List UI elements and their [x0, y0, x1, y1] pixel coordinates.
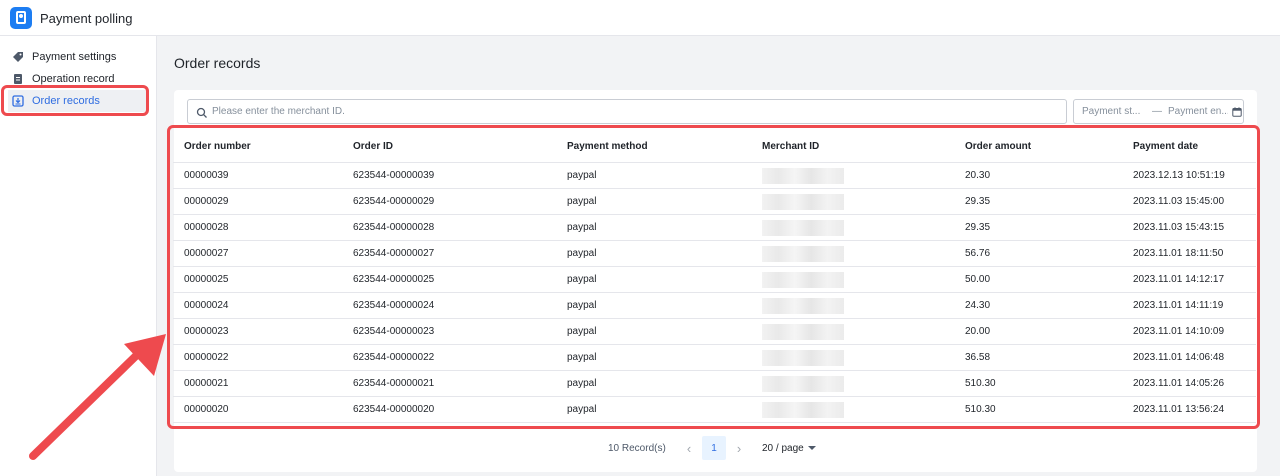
- app-logo-icon: [10, 7, 32, 29]
- calendar-icon[interactable]: [1232, 106, 1242, 117]
- search-input[interactable]: [212, 106, 1052, 117]
- page-size-label: 20 / page: [762, 442, 804, 454]
- caret-down-icon: [807, 446, 816, 450]
- page-size-select[interactable]: 20 / page: [762, 443, 816, 454]
- prev-page-icon[interactable]: ‹: [680, 441, 698, 456]
- sidebar-item-label: Operation record: [32, 73, 115, 85]
- page-number-button[interactable]: 1: [702, 436, 726, 460]
- highlight-box-table: [167, 125, 1260, 429]
- record-count: 10 Record(s): [608, 442, 666, 454]
- search-icon: [196, 106, 208, 118]
- highlight-box-sidebar: [1, 85, 149, 116]
- end-date-placeholder[interactable]: Payment en...: [1168, 106, 1228, 117]
- sidebar-item-label: Payment settings: [32, 51, 117, 63]
- start-date-placeholder[interactable]: Payment st...: [1082, 106, 1142, 117]
- pagination: 10 Record(s) ‹ 1 › 20 / page: [608, 436, 816, 460]
- document-icon: [12, 73, 24, 85]
- tag-icon: [12, 51, 24, 63]
- search-field[interactable]: [187, 99, 1067, 124]
- next-page-icon[interactable]: ›: [730, 441, 748, 456]
- date-range-picker[interactable]: Payment st... — Payment en...: [1073, 99, 1244, 124]
- app-title: Payment polling: [40, 11, 133, 26]
- sidebar-item-payment-settings[interactable]: Payment settings: [8, 46, 148, 68]
- top-bar: Payment polling: [0, 0, 1280, 36]
- date-separator: —: [1152, 106, 1162, 117]
- page-title: Order records: [174, 55, 261, 71]
